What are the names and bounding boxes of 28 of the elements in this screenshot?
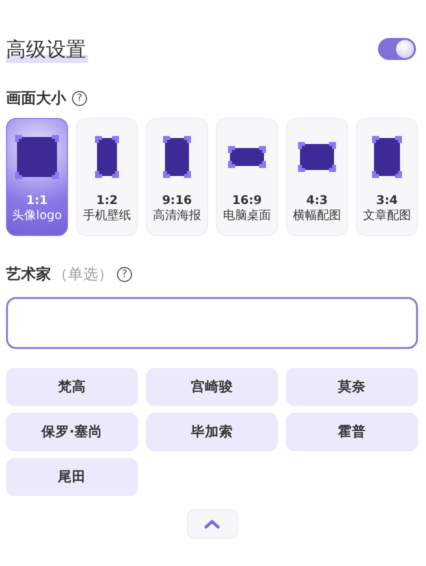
section-label: 画面大小: [6, 88, 66, 108]
artist-chip[interactable]: 霍普: [286, 413, 418, 451]
artist-chip[interactable]: 梵高: [6, 368, 138, 406]
size-option[interactable]: 4:3 横幅配图: [286, 118, 348, 236]
aspect-frame-icon: [228, 146, 266, 168]
help-icon[interactable]: ?: [117, 266, 132, 282]
collapse-button[interactable]: [186, 509, 238, 539]
artist-chip[interactable]: 宫崎骏: [146, 368, 278, 406]
hint-text: （单选）: [53, 264, 113, 284]
aspect-frame-icon: [95, 136, 119, 178]
artist-chip[interactable]: 尾田: [6, 458, 138, 496]
aspect-frame-icon: [15, 135, 59, 179]
size-option[interactable]: 9:16 高清海报: [146, 118, 208, 236]
aspect-frame-icon: [163, 136, 191, 178]
size-option[interactable]: 1:2 手机壁纸: [76, 118, 138, 236]
chevron-up-icon: [204, 519, 220, 529]
aspect-frame-icon: [298, 142, 336, 172]
section-label: 艺术家: [6, 264, 51, 284]
aspect-frame-icon: [372, 136, 402, 178]
size-option[interactable]: 1:1 头像logo: [6, 118, 68, 236]
size-option[interactable]: 3:4 文章配图: [356, 118, 418, 236]
help-icon[interactable]: ?: [72, 90, 87, 106]
toggle-switch[interactable]: [378, 38, 416, 60]
input-field[interactable]: [6, 297, 418, 349]
artist-chip[interactable]: 莫奈: [286, 368, 418, 406]
size-option[interactable]: 16:9 电脑桌面: [216, 118, 278, 236]
artist-chip[interactable]: 毕加索: [146, 413, 278, 451]
artist-chip[interactable]: 保罗·塞尚: [6, 413, 138, 451]
